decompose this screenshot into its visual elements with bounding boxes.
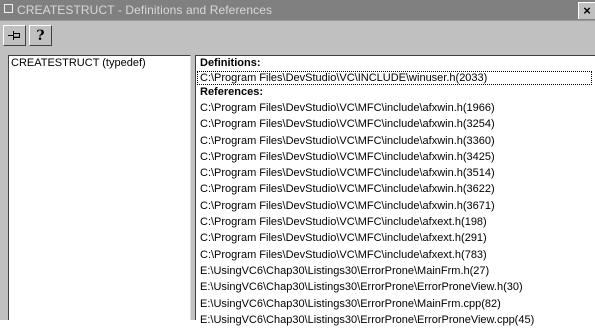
title-bar[interactable]: CREATESTRUCT - Definitions and Reference… xyxy=(0,0,595,21)
reference-item[interactable]: C:\Program Files\DevStudio\VC\MFC\includ… xyxy=(200,230,594,246)
reference-item[interactable]: C:\Program Files\DevStudio\VC\MFC\includ… xyxy=(200,214,594,230)
reference-item[interactable]: E:\UsingVC6\Chap30\Listings30\ErrorProne… xyxy=(200,279,594,295)
pin-button[interactable] xyxy=(3,25,26,46)
toolbar: ? xyxy=(0,21,595,49)
reference-item[interactable]: C:\Program Files\DevStudio\VC\MFC\includ… xyxy=(200,149,594,165)
reference-item[interactable]: C:\Program Files\DevStudio\VC\MFC\includ… xyxy=(200,133,594,149)
definitions-heading: Definitions: xyxy=(200,57,261,69)
reference-item[interactable]: C:\Program Files\DevStudio\VC\MFC\includ… xyxy=(200,198,594,214)
window-title: CREATESTRUCT - Definitions and Reference… xyxy=(17,3,273,17)
help-button[interactable]: ? xyxy=(29,25,52,46)
references-list: C:\Program Files\DevStudio\VC\MFC\includ… xyxy=(200,100,594,328)
definition-item[interactable]: C:\Program Files\DevStudio\VC\INCLUDE\wi… xyxy=(197,71,592,85)
reference-item[interactable]: C:\Program Files\DevStudio\VC\MFC\includ… xyxy=(200,165,594,181)
reference-item[interactable]: C:\Program Files\DevStudio\VC\MFC\includ… xyxy=(200,116,594,132)
help-icon: ? xyxy=(36,27,45,44)
symbol-item[interactable]: CREATESTRUCT (typedef) xyxy=(11,57,146,70)
reference-item[interactable]: C:\Program Files\DevStudio\VC\MFC\includ… xyxy=(200,181,594,197)
definitions-references-list[interactable]: Definitions: C:\Program Files\DevStudio\… xyxy=(195,55,595,326)
close-button[interactable]: × xyxy=(578,2,595,19)
system-menu-icon[interactable] xyxy=(4,4,13,13)
reference-item[interactable]: C:\Program Files\DevStudio\VC\MFC\includ… xyxy=(200,100,594,116)
reference-item[interactable]: E:\UsingVC6\Chap30\Listings30\ErrorProne… xyxy=(200,296,594,312)
reference-item[interactable]: C:\Program Files\DevStudio\VC\MFC\includ… xyxy=(200,247,594,263)
definitions-references-window: CREATESTRUCT - Definitions and Reference… xyxy=(0,0,595,326)
references-heading: References: xyxy=(200,86,263,98)
pin-icon xyxy=(7,31,20,40)
symbol-list[interactable]: CREATESTRUCT (typedef) xyxy=(8,55,191,320)
reference-item[interactable]: E:\UsingVC6\Chap30\Listings30\ErrorProne… xyxy=(200,263,594,279)
